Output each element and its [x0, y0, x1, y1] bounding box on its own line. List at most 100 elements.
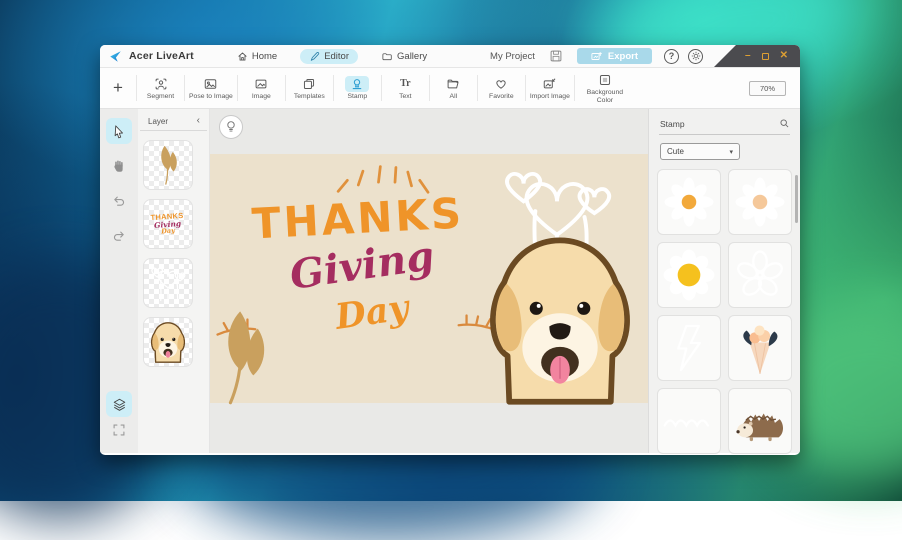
stamp-tile[interactable]	[657, 388, 721, 454]
settings-button[interactable]	[688, 49, 703, 64]
hedgehog-icon	[732, 397, 788, 445]
toolbar-item-text[interactable]: Tr Text	[382, 68, 429, 108]
nav-tabs: Home Editor Gallery	[228, 49, 436, 64]
stamp-tile[interactable]	[657, 169, 721, 235]
segment-icon	[154, 76, 168, 92]
toolbar-item-all[interactable]: All	[430, 68, 477, 108]
layer-item-heart-doodles[interactable]	[143, 258, 209, 308]
daisy-peach-center-icon	[734, 176, 786, 228]
design-card[interactable]: THANKS Giving Day	[210, 154, 648, 403]
stamp-tile[interactable]	[728, 169, 792, 235]
puppy-sticker[interactable]	[472, 233, 648, 405]
tab-editor[interactable]: Editor	[300, 49, 358, 64]
save-icon	[549, 49, 563, 63]
redo-icon	[112, 229, 126, 243]
hint-button[interactable]	[219, 115, 243, 139]
stamp-tile[interactable]	[728, 242, 792, 308]
save-button[interactable]	[549, 49, 563, 63]
select-tool-button[interactable]	[106, 118, 132, 144]
pen-icon	[309, 51, 320, 62]
stamp-tile[interactable]	[728, 315, 792, 381]
stamp-tile[interactable]	[657, 242, 721, 308]
flower-outline-icon	[734, 249, 786, 301]
app-title: Acer LiveArt	[129, 50, 194, 62]
hand-tool-button[interactable]	[106, 153, 132, 179]
canvas-area[interactable]: THANKS Giving Day	[210, 109, 648, 453]
stamp-panel-scrollbar[interactable]	[795, 175, 798, 223]
window-maximize-button[interactable]	[762, 53, 769, 60]
image-icon	[254, 76, 268, 92]
hand-icon	[112, 159, 126, 173]
tab-home[interactable]: Home	[228, 49, 286, 64]
import-image-icon	[542, 76, 557, 92]
tab-home-label: Home	[252, 51, 277, 62]
stamp-tile[interactable]	[728, 388, 792, 454]
stamp-panel-title: Stamp	[660, 119, 685, 129]
lightbulb-icon	[225, 120, 237, 134]
layers-icon	[112, 397, 127, 412]
undo-icon	[112, 194, 126, 208]
toolbar-item-import-image[interactable]: Import Image	[526, 68, 574, 108]
zoom-level-field[interactable]: 70%	[749, 81, 786, 96]
toolbar-item-background-color[interactable]: Background Color	[575, 68, 635, 108]
tab-gallery[interactable]: Gallery	[372, 49, 436, 64]
tab-gallery-label: Gallery	[397, 51, 427, 62]
cursor-icon	[112, 124, 127, 139]
fit-view-button[interactable]	[106, 417, 132, 443]
toolbar-item-pose-to-image[interactable]: Pose to Image	[185, 68, 237, 108]
toolbar-item-templates[interactable]: Templates	[286, 68, 333, 108]
flower-bouquet-icon	[737, 320, 783, 376]
expand-icon	[112, 423, 126, 437]
hearts-thumbnail	[149, 262, 187, 304]
stamp-tile[interactable]	[657, 315, 721, 381]
export-icon	[591, 51, 603, 62]
redo-button[interactable]	[106, 223, 132, 249]
puppy-thumbnail	[148, 321, 188, 363]
tab-editor-label: Editor	[324, 51, 349, 62]
background-color-icon	[598, 72, 612, 88]
window-close-button[interactable]: ✕	[780, 51, 788, 61]
search-icon[interactable]	[779, 118, 790, 129]
layer-item-thanksgiving-text[interactable]: THANKS Giving Day	[143, 199, 209, 249]
daisy-orange-center-icon	[663, 176, 715, 228]
layers-panel-button[interactable]	[106, 391, 132, 417]
layer-panel-title: Layer	[148, 117, 168, 126]
stamp-grid	[649, 162, 800, 455]
toolbar: + Segment Pose to Image	[100, 68, 800, 109]
acer-logo-icon	[108, 49, 123, 64]
stamp-icon	[345, 76, 369, 92]
folder-icon	[446, 76, 460, 92]
pose-to-image-icon	[203, 76, 218, 92]
help-button[interactable]: ?	[664, 49, 679, 64]
leaf-sticker[interactable]	[210, 305, 286, 411]
gear-icon	[691, 51, 701, 61]
collapse-panel-button[interactable]: ‹	[197, 116, 200, 126]
help-glyph: ?	[669, 51, 675, 61]
window-controls: – ✕	[714, 45, 800, 67]
stamp-panel: Stamp Cute ▾	[648, 109, 800, 453]
export-label: Export	[608, 51, 638, 62]
templates-icon	[302, 76, 316, 92]
home-icon	[237, 51, 248, 62]
toolbar-item-image[interactable]: Image	[238, 68, 285, 108]
daisy-yellow-center-icon	[662, 248, 716, 302]
leaf-thumbnail	[155, 145, 181, 185]
undo-button[interactable]	[106, 188, 132, 214]
app-window: Acer LiveArt Home Editor Gallery	[100, 45, 800, 455]
export-button[interactable]: Export	[577, 48, 652, 64]
layer-item-leaf[interactable]	[143, 140, 209, 190]
toolbar-item-stamp[interactable]: Stamp	[334, 68, 381, 108]
add-button[interactable]: +	[100, 68, 136, 108]
layer-panel: Layer ‹ THANKS Giving Day	[138, 109, 210, 453]
toolbar-item-segment[interactable]: Segment	[137, 68, 184, 108]
stamp-category-dropdown[interactable]: Cute ▾	[660, 143, 740, 160]
layer-item-puppy[interactable]	[143, 317, 209, 367]
heart-icon	[494, 76, 508, 92]
squiggle-line-icon	[662, 411, 716, 431]
toolbar-item-favorite[interactable]: Favorite	[478, 68, 525, 108]
tool-rail	[100, 109, 138, 453]
window-minimize-button[interactable]: –	[745, 51, 751, 61]
thanksgiving-text-thumbnail: THANKS Giving Day	[151, 212, 185, 236]
lightning-outline-icon	[671, 322, 707, 374]
text-icon: Tr	[400, 76, 410, 92]
